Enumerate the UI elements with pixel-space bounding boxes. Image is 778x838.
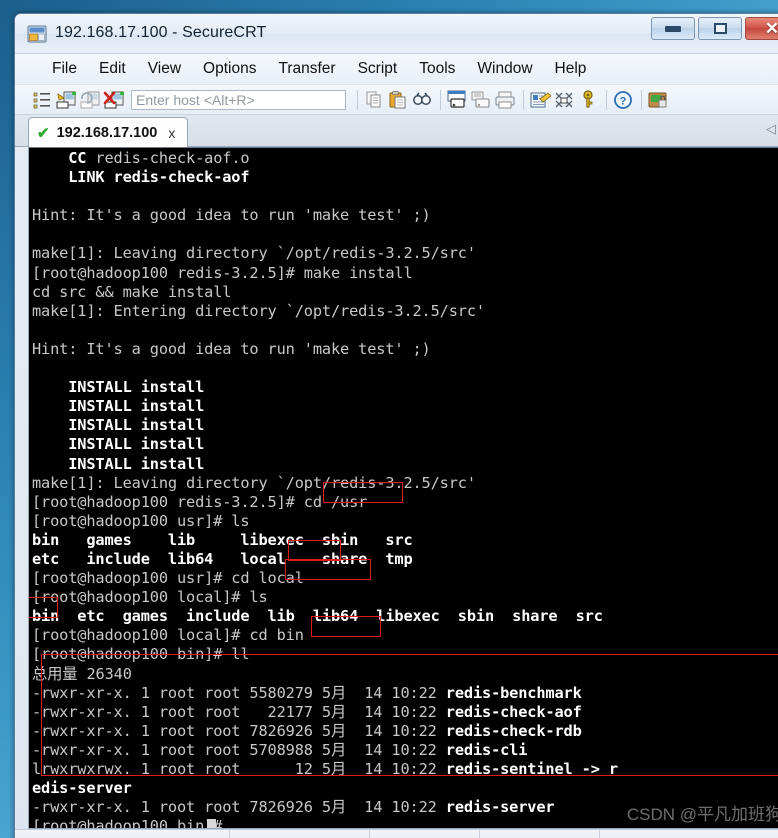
status-cell-4 xyxy=(480,830,600,838)
watermark-text: CSDN @平凡加班狗 xyxy=(626,805,778,824)
terminal-line: lrwxrwxrwx. 1 root root 12 5月 14 10:22 r… xyxy=(32,760,618,778)
disconnect-icon[interactable] xyxy=(103,89,125,111)
terminal-output: CC redis-check-aof.o LINK redis-check-ao… xyxy=(32,149,732,828)
terminal-line: -rwxr-xr-x. 1 root root 5708988 5月 14 10… xyxy=(32,740,528,759)
status-cell-3 xyxy=(370,830,480,838)
menu-view[interactable]: View xyxy=(137,58,192,80)
terminal-line: make[1]: Leaving directory `/opt/redis-3… xyxy=(32,244,476,263)
terminal-line: INSTALL install xyxy=(32,454,205,473)
key-icon[interactable] xyxy=(577,89,599,111)
toolbar-separator-2 xyxy=(440,89,441,110)
tab-label: 192.168.17.100 xyxy=(56,125,158,141)
close-icon: ✕ xyxy=(764,19,778,38)
toolbar-separator-1 xyxy=(357,89,358,110)
terminal-line: edis-server xyxy=(32,779,132,798)
terminal-line: INSTALL install xyxy=(32,416,205,435)
terminal-line: [root@hadoop100 bin]# ll xyxy=(32,645,250,664)
window-title: 192.168.17.100 - SecureCRT xyxy=(55,24,267,41)
host-input[interactable]: Enter host <Alt+R> xyxy=(131,89,346,110)
terminal-line: make[1]: Entering directory `/opt/redis-… xyxy=(32,301,485,320)
terminal-line: Hint: It's a good idea to run 'make test… xyxy=(32,339,431,358)
terminal-line: -rwxr-xr-x. 1 root root 5580279 5月 14 10… xyxy=(32,683,582,702)
print-screen-icon[interactable] xyxy=(470,89,492,111)
menu-transfer[interactable]: Transfer xyxy=(267,58,346,80)
terminal-line: LINK redis-check-aof xyxy=(32,168,250,187)
toolbar-separator-4 xyxy=(606,89,607,110)
toolbar-separator-5 xyxy=(641,89,642,110)
menu-help[interactable]: Help xyxy=(544,58,598,80)
securecrt-window: 192.168.17.100 - SecureCRT ✕ File Edit V… xyxy=(14,13,778,838)
log-session-icon[interactable] xyxy=(446,89,468,111)
terminal-line: 总用量 26340 xyxy=(32,664,132,683)
toolbar: Enter host <Alt+R> ? xyxy=(15,85,778,115)
terminal-line: INSTALL install xyxy=(32,378,205,397)
status-cell-1 xyxy=(15,830,230,838)
terminal-line: [root@hadoop100 usr]# cd local xyxy=(32,569,304,588)
find-icon[interactable] xyxy=(411,89,433,111)
keymap-editor-icon[interactable] xyxy=(553,89,575,111)
menu-tools[interactable]: Tools xyxy=(408,58,466,80)
menu-script[interactable]: Script xyxy=(347,58,409,80)
terminal-line: [root@hadoop100 redis-3.2.5]# make insta… xyxy=(32,263,413,282)
tab-bar: ✔ 192.168.17.100 x ◁ ▷ xyxy=(15,115,778,148)
terminal-line: -rwxr-xr-x. 1 root root 7826926 5月 14 10… xyxy=(32,721,582,740)
tab-close-icon[interactable]: x xyxy=(164,125,175,141)
terminal-line: [root@hadoop100 usr]# ls xyxy=(32,511,250,530)
terminal-line: make[1]: Leaving directory `/opt/redis-3… xyxy=(32,473,476,492)
svg-text:?: ? xyxy=(620,95,627,107)
connect-icon[interactable] xyxy=(55,89,77,111)
terminal-line: bin etc games include lib lib64 libexec … xyxy=(32,607,603,626)
session-manager-icon[interactable] xyxy=(31,89,53,111)
help-icon[interactable]: ? xyxy=(612,89,634,111)
paste-icon[interactable] xyxy=(387,89,409,111)
status-cell-2 xyxy=(230,830,370,838)
print-icon[interactable] xyxy=(494,89,516,111)
terminal-line: etc include lib64 local share tmp xyxy=(32,549,413,568)
terminal-line: INSTALL install xyxy=(32,435,205,454)
menu-bar: File Edit View Options Transfer Script T… xyxy=(15,54,778,85)
terminal-line: [root@hadoop100 local]# ls xyxy=(32,588,268,607)
terminal-line: CC redis-check-aof.o xyxy=(68,149,250,167)
terminal-cursor xyxy=(206,818,216,828)
terminal-line: [root@hadoop100 redis-3.2.5]# cd /usr xyxy=(32,492,368,511)
terminal-line: INSTALL install xyxy=(32,397,205,416)
terminal-line: bin games lib libexec sbin src xyxy=(32,530,413,549)
session-options-icon[interactable] xyxy=(529,89,552,111)
reconnect-icon[interactable] xyxy=(79,89,101,111)
menu-options[interactable]: Options xyxy=(192,58,267,80)
terminal-line: -rwxr-xr-x. 1 root root 22177 5月 14 10:2… xyxy=(32,702,582,721)
securecrt-app-icon xyxy=(27,24,47,44)
tab-nav: ◁ ▷ xyxy=(766,121,778,137)
menu-window[interactable]: Window xyxy=(466,58,543,80)
menu-edit[interactable]: Edit xyxy=(88,58,137,80)
lock-icon[interactable] xyxy=(647,89,669,111)
copy-icon[interactable] xyxy=(363,89,385,111)
minimize-icon xyxy=(665,25,681,32)
toolbar-separator-3 xyxy=(523,89,524,110)
minimize-button[interactable] xyxy=(651,17,695,40)
tab-prev-icon[interactable]: ◁ xyxy=(766,121,776,137)
maximize-button[interactable] xyxy=(698,17,742,40)
status-bar xyxy=(15,829,778,838)
terminal-line: Hint: It's a good idea to run 'make test… xyxy=(32,206,431,225)
terminal-line: cd src && make install xyxy=(32,282,232,301)
title-bar: 192.168.17.100 - SecureCRT ✕ xyxy=(15,14,778,54)
terminal-panel[interactable]: CC redis-check-aof.o LINK redis-check-ao… xyxy=(28,147,778,829)
tab-192-168-17-100[interactable]: ✔ 192.168.17.100 x xyxy=(28,117,189,148)
terminal-line: [root@hadoop100 local]# cd bin xyxy=(32,626,304,645)
green-check-icon: ✔ xyxy=(37,125,50,142)
close-button[interactable]: ✕ xyxy=(745,17,778,40)
menu-file[interactable]: File xyxy=(41,58,88,80)
maximize-icon xyxy=(713,23,727,34)
